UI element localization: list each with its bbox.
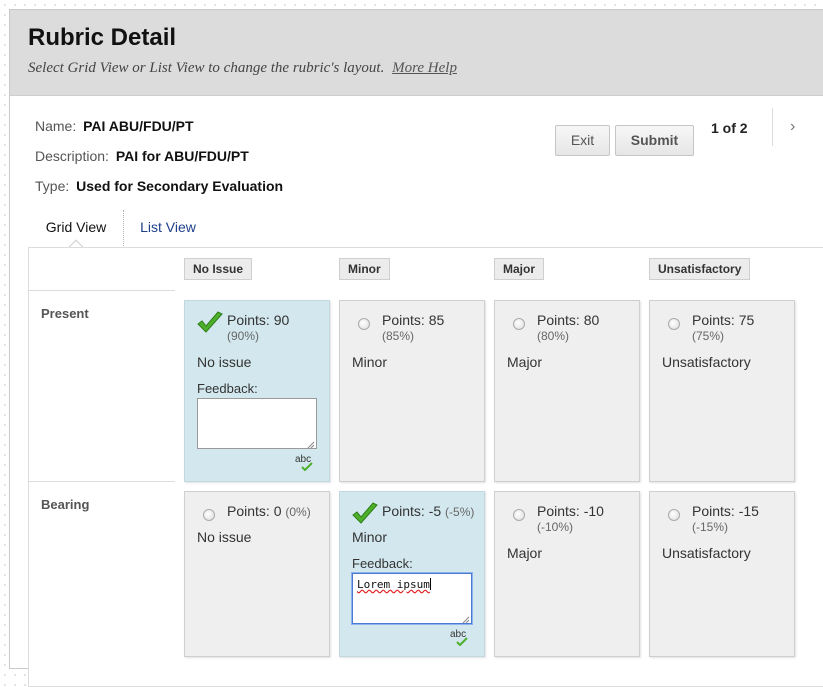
column-header: No Issue [184,258,253,280]
percent-value: (-5%) [445,505,475,519]
green-check-icon [196,311,224,335]
feedback-label: Feedback: [197,381,258,396]
points-value: Points: 0 (0%) [227,503,311,519]
column-header: Major [494,258,545,280]
description-value: PAI for ABU/FDU/PT [115,148,249,164]
page-title: Rubric Detail [28,24,177,51]
level-description: Unsatisfactory [662,545,751,561]
feedback-text: Lorem ipsum [357,578,430,591]
name-value: PAI ABU/FDU/PT [83,118,194,134]
resize-handle[interactable] [462,614,470,624]
radio-icon[interactable] [513,509,525,521]
tab-grid-label: Grid View [45,219,107,235]
row-label: Present [41,306,89,321]
rubric-cell[interactable]: Points: -15 (-15%) Unsatisfactory [649,491,795,657]
level-description: Minor [352,354,388,370]
spellcheck-icon[interactable]: abc [450,629,472,647]
row-divider [29,290,175,291]
spellcheck-icon[interactable]: abc [295,454,317,472]
rubric-description: Description: PAI for ABU/FDU/PT [35,148,249,164]
feedback-label: Feedback: [352,556,413,571]
chevron-right-icon[interactable]: › [790,118,795,136]
percent-value: (85%) [382,329,415,343]
points-value: Points: -5 (-5%) [382,503,475,519]
radio-icon[interactable] [668,318,680,330]
level-description: No issue [197,529,252,545]
points-value: Points: -15 [692,503,759,519]
feedback-textarea[interactable] [197,398,317,449]
radio-icon[interactable] [668,509,680,521]
rubric-grid: No Issue Minor Major Unsatisfactory Present P… [28,247,823,687]
rubric-cell[interactable]: Points: -10 (-10%) Major [494,491,640,657]
submit-button[interactable]: Submit [615,125,694,156]
exit-button[interactable]: Exit [555,125,610,156]
rubric-cell[interactable]: Points: 0 (0%) No issue [184,491,330,657]
points-value: Points: -10 [537,503,604,519]
rubric-cell[interactable]: Points: 85 (85%) Minor [339,300,485,482]
radio-icon[interactable] [203,509,215,521]
percent-value: (75%) [692,329,725,343]
radio-icon[interactable] [358,318,370,330]
points-value: Points: 85 [382,312,445,328]
rubric-type: Type: Used for Secondary Evaluation [35,178,283,194]
row-label: Bearing [41,497,90,512]
green-check-icon [351,502,379,526]
percent-value: (0%) [285,505,311,519]
rubric-header: Rubric Detail Select Grid View or List V… [10,10,823,96]
type-label: Type: [35,178,70,194]
points-value: Points: 75 [692,312,755,328]
tab-divider [123,210,124,248]
percent-value: (80%) [537,329,570,343]
description-label: Description: [35,148,109,164]
column-header: Minor [339,258,390,280]
level-description: Major [507,354,543,370]
rubric-cell[interactable]: Points: -5 (-5%) Minor Feedback: Lorem ipsu… [339,491,485,657]
row-divider [29,481,175,482]
rubric-cell[interactable]: Points: 90 (90%) No issue Feedback: abc [184,300,330,482]
more-help-link[interactable]: More Help [392,60,457,76]
column-header: Unsatisfactory [649,258,751,280]
level-description: Unsatisfactory [662,354,751,370]
type-value: Used for Secondary Evaluation [76,178,284,194]
level-description: No issue [197,354,252,370]
rubric-cell[interactable]: Points: 80 (80%) Major [494,300,640,482]
tab-list-view[interactable]: List View [128,210,208,248]
rubric-panel: Rubric Detail Select Grid View or List V… [9,9,823,687]
nav-divider [772,108,773,146]
percent-value: (-15%) [692,520,729,534]
tab-grid-view[interactable]: Grid View [28,210,124,257]
radio-icon[interactable] [513,318,525,330]
page-counter: 1 of 2 [711,120,748,136]
percent-value: (90%) [227,329,260,343]
feedback-textarea[interactable]: Lorem ipsum [352,573,472,624]
page-subtitle: Select Grid View or List View to change … [28,60,457,77]
level-description: Minor [352,529,388,545]
percent-value: (-10%) [537,520,574,534]
text-caret [429,578,431,590]
subtitle-text: Select Grid View or List View to change … [28,60,385,76]
points-value: Points: 90 [227,312,290,328]
points-value: Points: 80 [537,312,600,328]
resize-handle[interactable] [307,439,315,449]
rubric-cell[interactable]: Points: 75 (75%) Unsatisfactory [649,300,795,482]
name-label: Name: [35,118,77,134]
level-description: Major [507,545,543,561]
rubric-name: Name: PAI ABU/FDU/PT [35,118,194,134]
